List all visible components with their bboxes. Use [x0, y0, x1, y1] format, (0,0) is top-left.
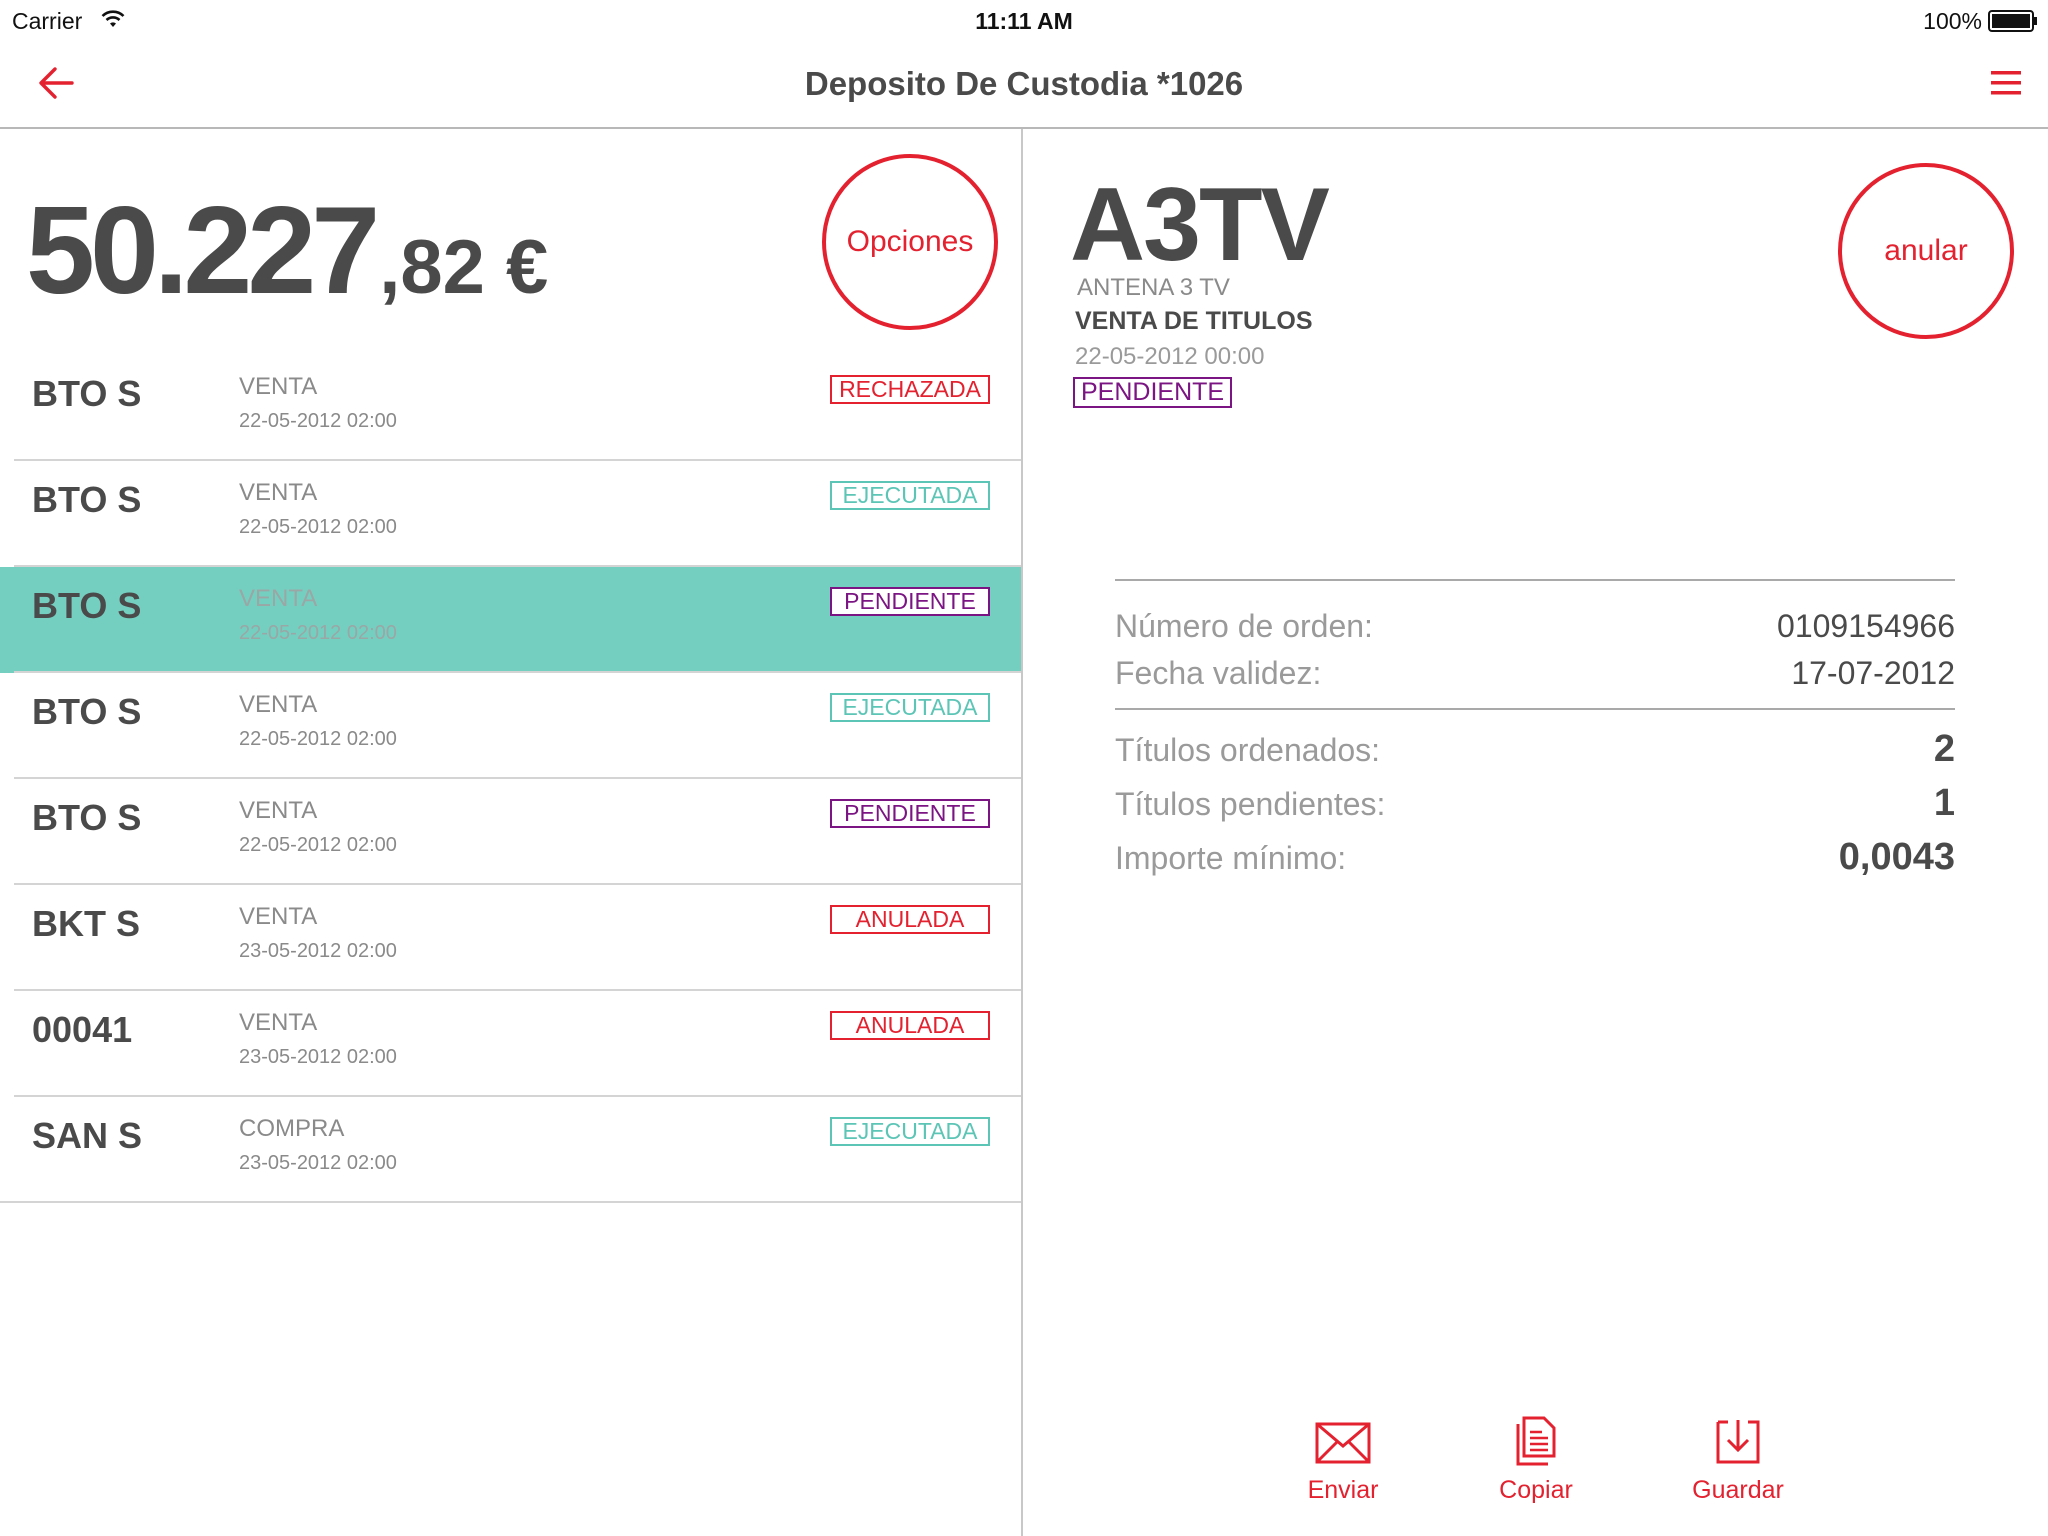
order-date: 23-05-2012 02:00: [239, 1046, 397, 1068]
order-row[interactable]: BTO S VENTA 22-05-2012 02:00 EJECUTADA: [0, 461, 1021, 567]
send-button[interactable]: Enviar: [1283, 1416, 1403, 1505]
order-operation: VENTA: [239, 691, 318, 718]
save-button[interactable]: Guardar: [1678, 1416, 1798, 1505]
envelope-icon: [1315, 1422, 1371, 1464]
order-symbol: BTO S: [32, 797, 142, 838]
navigation-bar: Deposito De Custodia *1026: [0, 40, 2048, 129]
pending-titles-value: 1: [1933, 782, 1955, 824]
options-button[interactable]: Opciones: [822, 154, 998, 330]
validity-date-value: 17-07-2012: [1791, 655, 1955, 691]
send-label: Enviar: [1307, 1476, 1379, 1504]
battery-percent: 100%: [1923, 8, 1982, 34]
order-operation: VENTA: [239, 1009, 318, 1036]
battery-icon: [1988, 10, 2037, 32]
detail-operation-type: VENTA DE TITULOS: [1075, 307, 1313, 335]
order-row[interactable]: BTO S VENTA 22-05-2012 02:00 RECHAZADA: [0, 355, 1021, 461]
order-status-badge: PENDIENTE: [830, 799, 990, 828]
order-symbol: BKT S: [32, 903, 140, 944]
ordered-titles-value: 2: [1933, 728, 1955, 770]
order-number-label: Número de orden:: [1115, 608, 1373, 644]
copy-label: Copiar: [1499, 1476, 1573, 1504]
order-status-badge: EJECUTADA: [830, 481, 990, 510]
order-number-value: 0109154966: [1777, 608, 1955, 644]
order-row[interactable]: BTO S VENTA 22-05-2012 02:00 PENDIENTE: [0, 779, 1021, 885]
status-bar: Carrier 11:11 AM 100%: [0, 0, 2048, 40]
order-date: 22-05-2012 02:00: [239, 410, 397, 432]
order-symbol: BTO S: [32, 373, 142, 414]
clock: 11:11 AM: [975, 8, 1073, 34]
order-status-badge: RECHAZADA: [830, 375, 990, 404]
order-row[interactable]: SAN S COMPRA 23-05-2012 02:00 EJECUTADA: [0, 1097, 1021, 1203]
order-row[interactable]: 00041 VENTA 23-05-2012 02:00 ANULADA: [0, 991, 1021, 1097]
order-symbol: SAN S: [32, 1115, 143, 1156]
order-row[interactable]: BTO S VENTA 22-05-2012 02:00 PENDIENTE: [0, 567, 1021, 673]
order-operation: VENTA: [239, 585, 318, 612]
order-symbol: 00041: [32, 1009, 133, 1050]
order-status-badge: ANULADA: [830, 905, 990, 934]
split-divider: [1021, 129, 1023, 1536]
hamburger-menu-icon[interactable]: [1988, 66, 2024, 100]
order-date: 23-05-2012 02:00: [239, 940, 397, 962]
order-operation: VENTA: [239, 373, 318, 400]
order-status-badge: PENDIENTE: [830, 587, 990, 616]
divider-line: [1115, 708, 1955, 710]
save-label: Guardar: [1692, 1476, 1784, 1504]
balance-decimal: ,82 €: [379, 225, 549, 310]
detail-company: ANTENA 3 TV: [1077, 274, 1230, 301]
order-symbol: BTO S: [32, 585, 142, 626]
ordered-titles-label: Títulos ordenados:: [1115, 732, 1381, 768]
detail-status-badge: PENDIENTE: [1073, 377, 1233, 408]
min-amount-value: 0,0043: [1838, 836, 1955, 878]
order-row[interactable]: BTO S VENTA 22-05-2012 02:00 EJECUTADA: [0, 673, 1021, 779]
order-symbol: BTO S: [32, 479, 142, 520]
page-title: Deposito De Custodia *1026: [804, 65, 1244, 102]
divider-line: [1115, 579, 1955, 581]
order-row[interactable]: BKT S VENTA 23-05-2012 02:00 ANULADA: [0, 885, 1021, 991]
balance-integer: 50.227: [26, 182, 380, 320]
order-status-badge: EJECUTADA: [830, 693, 990, 722]
order-status-badge: ANULADA: [830, 1011, 990, 1040]
copy-button[interactable]: Copiar: [1476, 1416, 1596, 1505]
account-balance: 50.227,82 €: [26, 180, 548, 322]
min-amount-label: Importe mínimo:: [1115, 840, 1347, 876]
validity-date-label: Fecha validez:: [1115, 655, 1322, 691]
pending-titles-label: Títulos pendientes:: [1115, 786, 1386, 822]
order-symbol: BTO S: [32, 691, 142, 732]
order-date: 22-05-2012 02:00: [239, 834, 397, 856]
order-date: 22-05-2012 02:00: [239, 728, 397, 750]
order-date: 22-05-2012 02:00: [239, 622, 397, 644]
detail-date: 22-05-2012 00:00: [1075, 343, 1265, 370]
cancel-order-button[interactable]: anular: [1838, 163, 2014, 339]
order-operation: VENTA: [239, 903, 318, 930]
order-operation: VENTA: [239, 479, 318, 506]
order-date: 22-05-2012 02:00: [239, 516, 397, 538]
order-date: 23-05-2012 02:00: [239, 1152, 397, 1174]
order-status-badge: EJECUTADA: [830, 1117, 990, 1146]
order-operation: COMPRA: [239, 1115, 345, 1142]
download-save-icon: [1716, 1420, 1760, 1464]
order-operation: VENTA: [239, 797, 318, 824]
detail-ticker: A3TV: [1070, 167, 1330, 283]
order-list: BTO S VENTA 22-05-2012 02:00 RECHAZADA BTO S…: [0, 355, 1021, 1203]
document-copy-icon: [1516, 1416, 1556, 1466]
